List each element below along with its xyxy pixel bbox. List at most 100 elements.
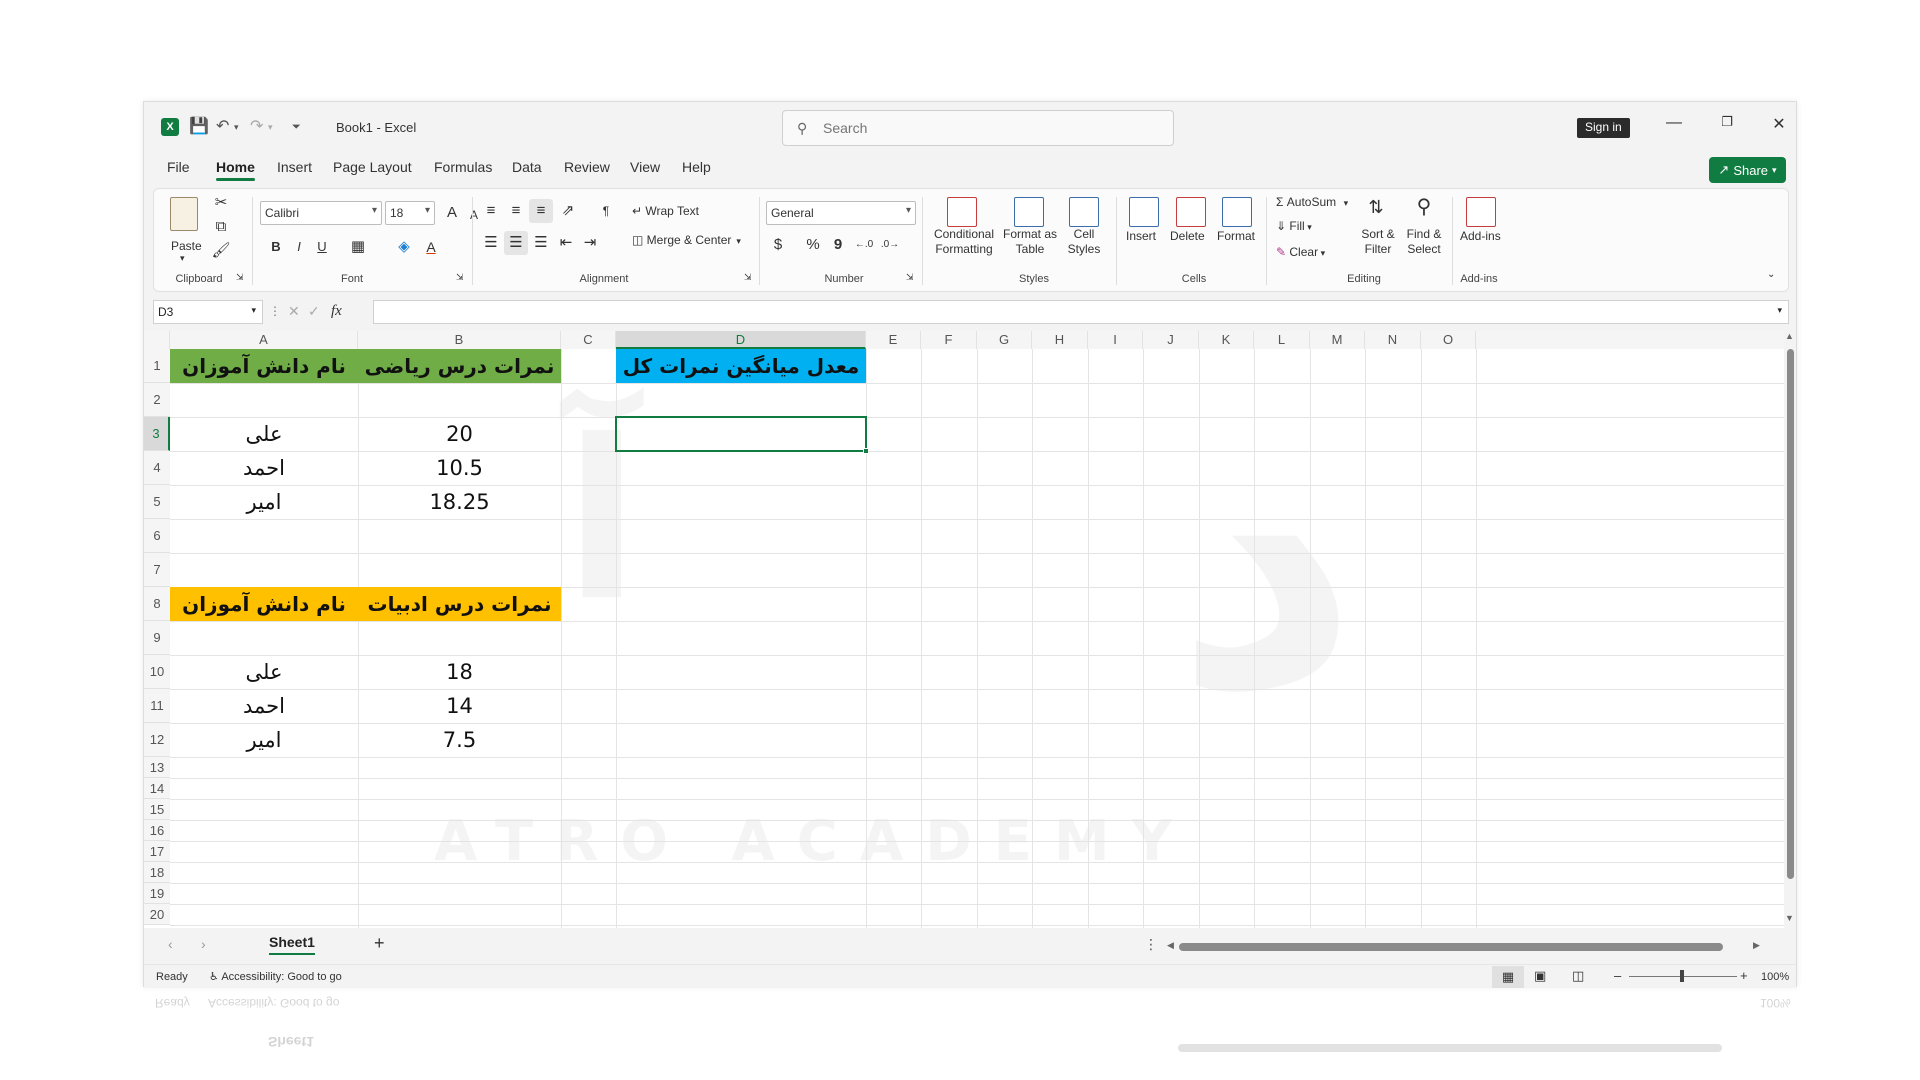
alignment-launcher-icon[interactable]: ⇲ — [744, 272, 752, 283]
row-header-5[interactable]: 5 — [144, 485, 170, 519]
zoom-level[interactable]: 100% — [1761, 971, 1789, 983]
cell-d1[interactable]: معدل میانگین نمرات کل — [616, 349, 866, 383]
wrap-text-button[interactable]: ↵ Wrap Text — [632, 204, 699, 218]
conditional-formatting-icon[interactable] — [947, 197, 977, 227]
cell-b5[interactable]: 18.25 — [358, 485, 561, 519]
cell-b11[interactable]: 14 — [358, 689, 561, 723]
cell-a3[interactable]: علی — [170, 417, 358, 451]
active-cell-d3[interactable] — [615, 416, 867, 452]
undo-icon[interactable]: ↶ — [216, 116, 229, 136]
conditional-formatting-button[interactable]: Conditional Formatting — [929, 227, 999, 257]
font-launcher-icon[interactable]: ⇲ — [456, 272, 464, 283]
cell-a4[interactable]: احمد — [170, 451, 358, 485]
confirm-entry-icon[interactable]: ✓ — [308, 303, 320, 320]
tab-file[interactable]: File — [167, 159, 190, 175]
row-header-7[interactable]: 7 — [144, 553, 170, 587]
rtl-direction-icon[interactable]: ¶ — [594, 199, 618, 223]
zoom-in-button[interactable]: + — [1740, 968, 1748, 983]
expand-formula-icon[interactable]: ▾ — [1777, 305, 1782, 316]
clear-button[interactable]: ✎ Clear ▾ — [1276, 245, 1325, 259]
share-button[interactable]: ↗ Share ▾ — [1709, 157, 1786, 183]
row-header-8[interactable]: 8 — [144, 587, 170, 621]
tab-page-layout[interactable]: Page Layout — [333, 159, 412, 175]
cell-a5[interactable]: امیر — [170, 485, 358, 519]
increase-decimal-icon[interactable]: ←.0 — [852, 233, 876, 257]
cut-icon[interactable]: ✂ — [209, 191, 233, 215]
add-sheet-button[interactable]: + — [374, 933, 385, 954]
copy-icon[interactable]: ⧉ — [209, 215, 233, 239]
vertical-scroll-thumb[interactable] — [1787, 349, 1794, 879]
cell-styles-button[interactable]: Cell Styles — [1059, 227, 1109, 257]
tab-view[interactable]: View — [630, 159, 660, 175]
autosum-button[interactable]: Σ AutoSum ▾ — [1276, 195, 1348, 209]
column-header-m[interactable]: M — [1310, 331, 1365, 349]
row-header-4[interactable]: 4 — [144, 451, 170, 485]
cancel-entry-icon[interactable]: ✕ — [288, 303, 300, 320]
next-sheet-icon[interactable]: › — [201, 936, 206, 952]
undo-dropdown-icon[interactable]: ▾ — [234, 122, 239, 133]
collapse-ribbon-icon[interactable]: ⌄ — [1767, 269, 1775, 280]
tab-data[interactable]: Data — [512, 159, 542, 175]
tab-help[interactable]: Help — [682, 159, 711, 175]
select-all-corner[interactable] — [144, 331, 170, 349]
paste-button[interactable]: Paste — [171, 239, 202, 253]
row-header-20[interactable]: 20 — [144, 904, 170, 925]
row-header-10[interactable]: 10 — [144, 655, 170, 689]
row-header-14[interactable]: 14 — [144, 778, 170, 799]
delete-cells-icon[interactable] — [1176, 197, 1206, 227]
delete-cells-button[interactable]: Delete — [1170, 229, 1205, 243]
sort-filter-icon[interactable]: ⇅ — [1364, 195, 1388, 219]
tab-formulas[interactable]: Formulas — [434, 159, 492, 175]
scroll-right-icon[interactable]: ▶ — [1753, 940, 1760, 951]
row-header-6[interactable]: 6 — [144, 519, 170, 553]
column-header-a[interactable]: A — [170, 331, 358, 349]
row-header-1[interactable]: 1 — [144, 349, 170, 383]
cell-a12[interactable]: امیر — [170, 723, 358, 757]
name-box[interactable]: D3 ▾ — [153, 300, 263, 324]
column-header-i[interactable]: I — [1088, 331, 1143, 349]
paste-icon[interactable] — [170, 197, 198, 231]
cell-a10[interactable]: علی — [170, 655, 358, 689]
decrease-decimal-icon[interactable]: .0→ — [878, 233, 902, 257]
row-header-19[interactable]: 19 — [144, 883, 170, 904]
cell-b8[interactable]: نمرات درس ادبیات — [358, 587, 561, 621]
accessibility-status[interactable]: ♿ Accessibility: Good to go — [209, 970, 342, 983]
normal-view-icon[interactable]: ▦ — [1492, 966, 1524, 988]
tab-review[interactable]: Review — [564, 159, 610, 175]
tab-insert[interactable]: Insert — [277, 159, 312, 175]
tab-home[interactable]: Home — [216, 159, 255, 181]
decrease-indent-icon[interactable]: ⇤ — [554, 231, 578, 255]
more-options-icon[interactable]: ⋮ — [1144, 936, 1158, 953]
percent-button[interactable]: % — [801, 233, 825, 257]
column-header-c[interactable]: C — [561, 331, 616, 349]
format-cells-icon[interactable] — [1222, 197, 1252, 227]
horizontal-scroll-thumb[interactable] — [1179, 943, 1723, 951]
search-input[interactable] — [823, 117, 1153, 139]
row-header-9[interactable]: 9 — [144, 621, 170, 655]
cell-b4[interactable]: 10.5 — [358, 451, 561, 485]
column-header-l[interactable]: L — [1254, 331, 1310, 349]
font-name-select[interactable]: Calibri ▾ — [260, 201, 382, 225]
font-size-select[interactable]: 18 ▾ — [385, 201, 435, 225]
restore-button[interactable]: ❐ — [1712, 114, 1742, 138]
worksheet-grid[interactable]: د آ ATRO ACADEMY A B C D E F G H I J K L… — [144, 331, 1784, 928]
underline-button[interactable]: U — [310, 235, 334, 259]
borders-icon[interactable]: ▦ — [346, 235, 370, 259]
add-ins-icon[interactable] — [1466, 197, 1496, 227]
format-cells-button[interactable]: Format — [1217, 229, 1255, 243]
formula-input[interactable]: ▾ — [373, 300, 1789, 324]
grow-font-button[interactable]: A — [440, 201, 464, 225]
scroll-up-icon[interactable]: ▲ — [1785, 331, 1794, 341]
cell-a1[interactable]: نام دانش آموزان — [170, 349, 358, 383]
column-header-o[interactable]: O — [1421, 331, 1476, 349]
minimize-button[interactable]: — — [1659, 114, 1689, 138]
column-header-e[interactable]: E — [866, 331, 921, 349]
fill-button[interactable]: ⇓ Fill ▾ — [1276, 219, 1312, 233]
cell-a11[interactable]: احمد — [170, 689, 358, 723]
scroll-down-icon[interactable]: ▼ — [1785, 913, 1794, 923]
column-header-h[interactable]: H — [1032, 331, 1088, 349]
cell-a8[interactable]: نام دانش آموزان — [170, 587, 358, 621]
row-header-13[interactable]: 13 — [144, 757, 170, 778]
sheet-tab-sheet1[interactable]: Sheet1 — [269, 934, 315, 955]
column-header-k[interactable]: K — [1199, 331, 1254, 349]
